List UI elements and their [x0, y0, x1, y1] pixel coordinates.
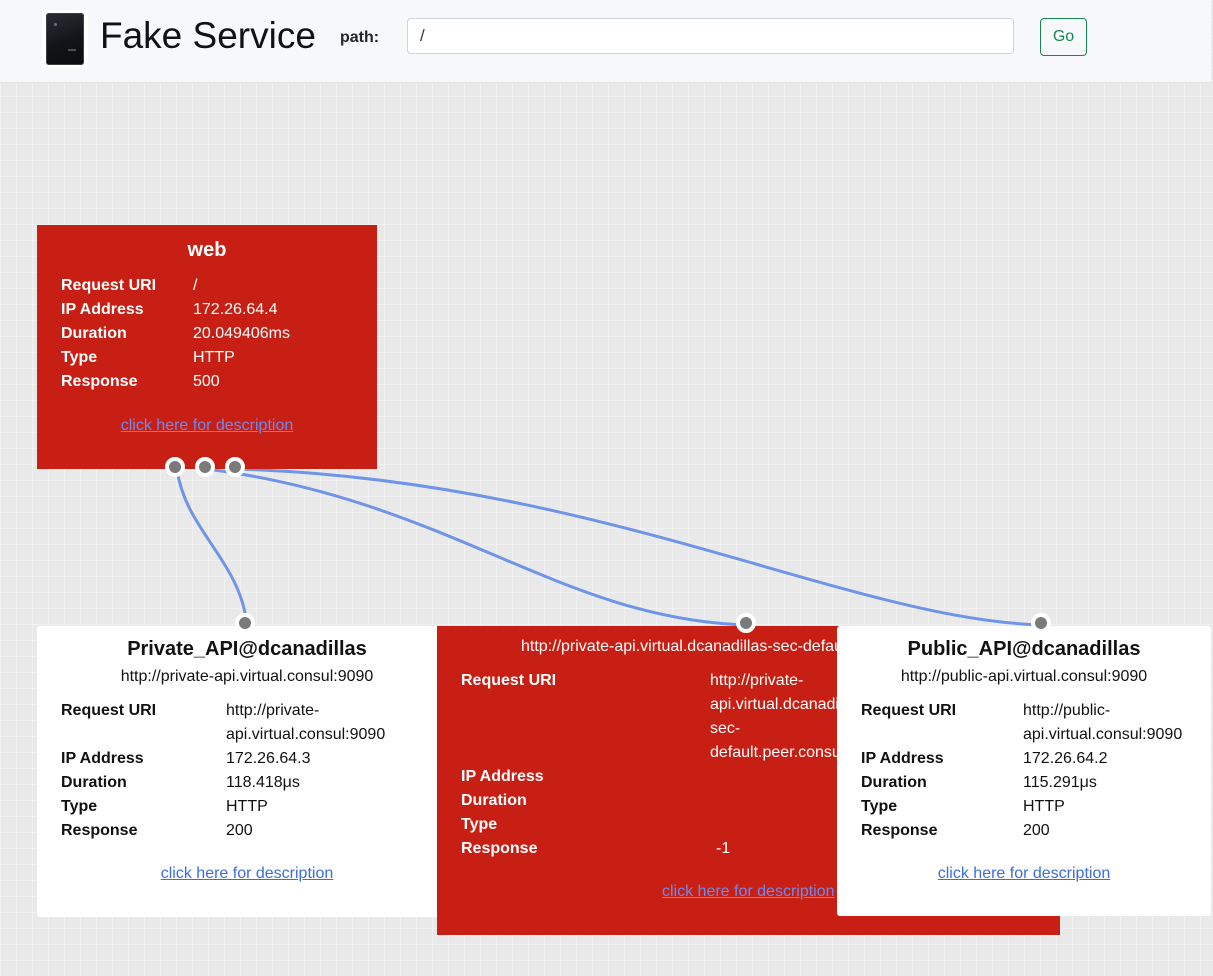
brand-title: Fake Service: [100, 15, 316, 56]
description-link[interactable]: click here for description: [662, 883, 835, 901]
request-uri-label: Request URI: [461, 672, 557, 689]
node-title: Public_API@dcanadillas: [907, 638, 1141, 660]
connection-web-peer-private-api: [206, 467, 749, 627]
path-input[interactable]: [407, 18, 1014, 54]
service-node-private-api: Private_API@dcanadillas http://private-a…: [37, 626, 457, 917]
ip-address-label: IP Address: [61, 301, 144, 318]
type-label: Type: [61, 798, 98, 815]
type-value: HTTP: [1023, 798, 1065, 815]
ip-address-value: 172.26.64.3: [226, 750, 311, 767]
request-uri-value: http://private-: [226, 702, 320, 719]
type-value: HTTP: [226, 798, 268, 815]
response-value: 200: [1023, 822, 1050, 839]
request-uri-label: Request URI: [61, 277, 157, 294]
node-title: Private_API@dcanadillas: [127, 638, 367, 660]
duration-label: Duration: [61, 774, 127, 791]
type-label: Type: [861, 798, 898, 815]
request-uri-value: http://public-: [1023, 702, 1111, 719]
request-uri-value: /: [193, 277, 198, 294]
request-uri-label: Request URI: [61, 702, 157, 719]
request-uri-value: http://private-: [710, 672, 804, 689]
response-label: Response: [61, 373, 138, 390]
ip-address-value: 172.26.64.2: [1023, 750, 1108, 767]
duration-value: 115.291μs: [1023, 774, 1097, 791]
output-port[interactable]: [195, 457, 215, 477]
connection-web-private-api: [175, 468, 249, 626]
description-link[interactable]: click here for description: [37, 417, 377, 435]
type-label: Type: [461, 816, 498, 833]
request-uri-label: Request URI: [861, 702, 957, 719]
node-details: Request URI / IP Address 172.26.64.4 Dur…: [61, 274, 371, 394]
type-value: HTTP: [193, 349, 235, 366]
input-port[interactable]: [736, 613, 756, 633]
description-link[interactable]: click here for description: [837, 865, 1211, 883]
response-label: Response: [461, 840, 538, 857]
response-value: 200: [226, 822, 253, 839]
service-node-public-api: Public_API@dcanadillas http://public-api…: [837, 626, 1211, 916]
input-port[interactable]: [235, 613, 255, 633]
service-node-web: web Request URI / IP Address 172.26.64.4…: [37, 225, 377, 469]
connection-web-public-api: [236, 467, 1044, 627]
input-port[interactable]: [1031, 613, 1051, 633]
duration-label: Duration: [61, 325, 127, 342]
node-subtitle: http://public-api.virtual.consul:9090: [900, 668, 1148, 685]
request-uri-value-cont: api.virtual.consul:9090: [226, 726, 386, 743]
ip-address-value: 172.26.64.4: [193, 301, 278, 318]
output-port[interactable]: [165, 457, 185, 477]
ip-address-label: IP Address: [461, 768, 544, 785]
duration-value: 118.418μs: [226, 774, 300, 791]
description-link[interactable]: click here for description: [37, 865, 457, 883]
response-value: -1: [716, 840, 731, 857]
type-label: Type: [61, 349, 98, 366]
phone-logo-icon: [42, 10, 88, 68]
node-title: web: [187, 239, 227, 261]
response-label: Response: [861, 822, 938, 839]
request-uri-value-cont: api.virtual.consul:9090: [1023, 726, 1183, 743]
node-subtitle: http://private-api.virtual.consul:9090: [120, 668, 374, 685]
go-button[interactable]: Go: [1040, 18, 1087, 56]
path-label: path:: [340, 29, 380, 46]
duration-label: Duration: [861, 774, 927, 791]
duration-value: 20.049406ms: [193, 325, 290, 342]
ip-address-label: IP Address: [61, 750, 144, 767]
duration-label: Duration: [461, 792, 527, 809]
ip-address-label: IP Address: [861, 750, 944, 767]
response-label: Response: [61, 822, 138, 839]
request-uri-value-cont: sec-: [710, 720, 741, 737]
node-details: Request URI http://private- api.virtual.…: [61, 699, 431, 843]
response-value: 500: [193, 373, 220, 390]
top-navbar: Fake Service path: Go: [0, 0, 1211, 83]
node-details: Request URI http://public- api.virtual.c…: [861, 699, 1201, 843]
output-port[interactable]: [225, 457, 245, 477]
